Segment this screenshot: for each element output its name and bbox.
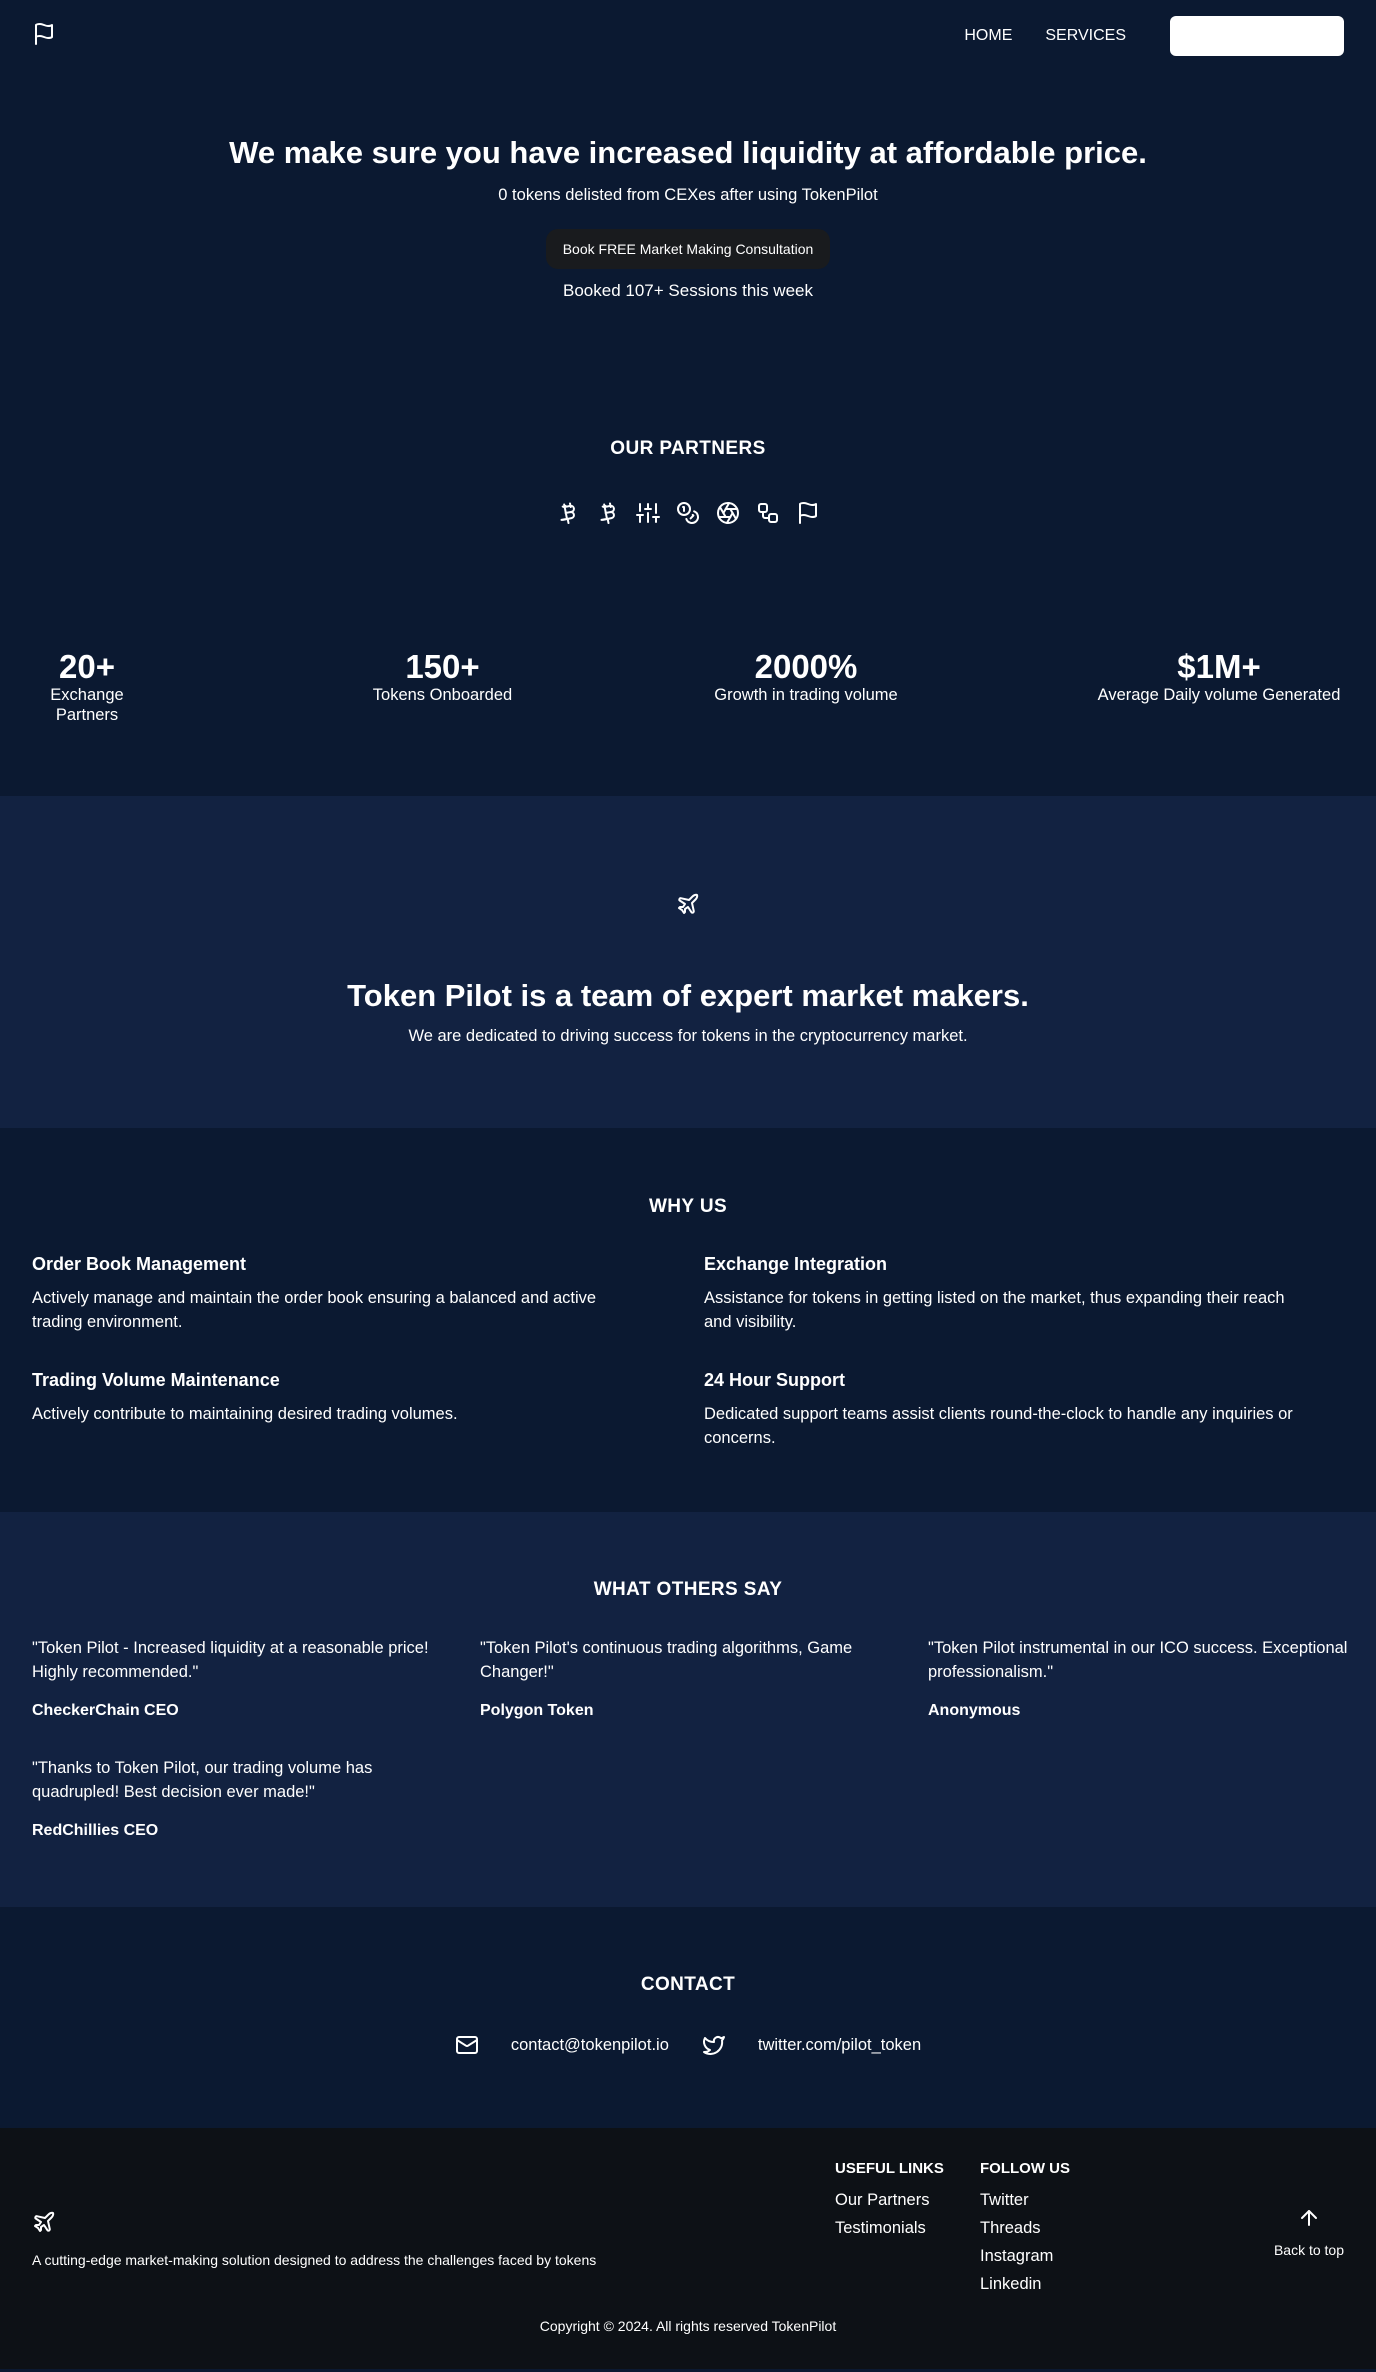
flag-icon[interactable] [32, 22, 56, 46]
booked-sessions-text: Booked 107+ Sessions this week [563, 281, 813, 300]
testimonial-card: "Token Pilot's continuous trading algori… [480, 1636, 905, 1722]
features-grid: Order Book Management Actively manage an… [0, 1252, 1376, 1472]
aperture-icon [717, 502, 739, 524]
footer-link-instagram[interactable]: Instagram [980, 2244, 1070, 2268]
footer-description: A cutting-edge market-making solution de… [32, 2252, 597, 2268]
stat-value: 150+ [405, 648, 480, 685]
feature-trading-volume: Trading Volume Maintenance Actively cont… [32, 1368, 642, 1426]
feature-text: Actively manage and maintain the order b… [32, 1289, 597, 1331]
footer-link-twitter[interactable]: Twitter [980, 2188, 1070, 2212]
hero-subtitle: 0 tokens delisted from CEXes after using… [498, 186, 878, 204]
footer-link-testimonials[interactable]: Testimonials [835, 2216, 944, 2240]
testimonial-card: "Token Pilot instrumental in our ICO suc… [928, 1636, 1353, 1722]
feature-text: Dedicated support teams assist clients r… [704, 1405, 1293, 1447]
contact-section: CONTACT contact@tokenpilot.io twitter.co… [0, 1907, 1376, 2128]
testimonials-grid: "Token Pilot - Increased liquidity at a … [0, 1636, 1376, 1866]
coins-icon [677, 502, 699, 524]
mail-icon [455, 2036, 478, 2054]
partners-title: OUR PARTNERS [610, 438, 766, 459]
testimonial-author: RedChillies CEO [32, 1822, 159, 1839]
nav-services-link[interactable]: SERVICES [1045, 24, 1126, 48]
testimonial-quote: "Thanks to Token Pilot, our trading volu… [32, 1759, 373, 1801]
flag-icon [799, 502, 817, 524]
stat-label: Tokens Onboarded [372, 686, 513, 704]
partners-section: OUR PARTNERS [0, 393, 1376, 639]
why-us-section: WHY US Order Book Management Actively ma… [0, 1128, 1376, 1512]
testimonials-section: WHAT OTHERS SAY "Token Pilot - Increased… [0, 1512, 1376, 1907]
rocket-icon [34, 2211, 55, 2232]
hero-title: We make sure you have increased liquidit… [229, 135, 1147, 170]
testimonial-quote: "Token Pilot - Increased liquidity at a … [32, 1639, 429, 1681]
sliders-icon [636, 503, 660, 523]
about-text: We are dedicated to driving success for … [408, 1027, 968, 1045]
back-to-top-label: Back to top [1273, 2242, 1344, 2258]
feature-title: Exchange Integration [704, 1254, 888, 1274]
twitter-icon [702, 2036, 725, 2055]
site-header: HOME SERVICES [0, 0, 1376, 70]
contact-email-link[interactable]: contact@tokenpilot.io [511, 2033, 669, 2057]
testimonial-author: Polygon Token [480, 1702, 594, 1719]
feature-order-book: Order Book Management Actively manage an… [32, 1252, 642, 1334]
stat-value: $1M+ [1177, 648, 1261, 685]
useful-links-column: USEFUL LINKS Our Partners Testimonials [835, 2158, 944, 2240]
header-cta-button[interactable] [1170, 16, 1344, 56]
stat-exchange-partners: 20+ Exchange Partners [32, 649, 142, 725]
contact-twitter-link[interactable]: twitter.com/pilot_token [758, 2033, 921, 2057]
stat-value: 2000% [754, 648, 858, 685]
why-us-title: WHY US [648, 1196, 728, 1217]
stat-growth-volume: 2000% Growth in trading volume [706, 649, 906, 705]
testimonial-quote: "Token Pilot's continuous trading algori… [480, 1639, 853, 1681]
contact-title: CONTACT [640, 1974, 736, 1995]
footer-link-our-partners[interactable]: Our Partners [835, 2188, 944, 2212]
testimonials-title: WHAT OTHERS SAY [593, 1579, 783, 1600]
bitcoin-icon [600, 502, 615, 524]
book-consultation-button[interactable]: Book FREE Market Making Consultation [545, 229, 831, 269]
footer-link-threads[interactable]: Threads [980, 2216, 1070, 2240]
stats-section: 20+ Exchange Partners 150+ Tokens Onboar… [0, 639, 1376, 796]
nav-home-link[interactable]: HOME [964, 24, 1012, 48]
workflow-icon [758, 503, 778, 523]
contact-links: contact@tokenpilot.io twitter.com/pilot_… [0, 2033, 1376, 2057]
feature-title: 24 Hour Support [704, 1370, 846, 1390]
stat-tokens-onboarded: 150+ Tokens Onboarded [365, 649, 520, 705]
arrow-up-icon [1300, 2210, 1317, 2226]
about-section: Token Pilot is a team of expert market m… [0, 796, 1376, 1128]
useful-links-title: USEFUL LINKS [835, 2160, 944, 2177]
stat-label: Growth in trading volume [714, 686, 898, 704]
feature-text: Actively contribute to maintaining desir… [32, 1405, 458, 1423]
footer-link-linkedin[interactable]: Linkedin [980, 2272, 1070, 2296]
feature-title: Order Book Management [32, 1254, 247, 1274]
testimonial-quote: "Token Pilot instrumental in our ICO suc… [928, 1639, 1348, 1681]
follow-us-title: FOLLOW US [980, 2160, 1070, 2177]
stat-label: Exchange Partners [50, 686, 124, 724]
back-to-top-button[interactable]: Back to top [1274, 2206, 1344, 2260]
feature-title: Trading Volume Maintenance [32, 1370, 280, 1390]
testimonial-author: CheckerChain CEO [32, 1702, 179, 1719]
site-footer: A cutting-edge market-making solution de… [0, 2128, 1376, 2369]
main-nav: HOME SERVICES [964, 16, 1344, 56]
testimonial-card: "Thanks to Token Pilot, our trading volu… [32, 1756, 457, 1842]
testimonial-card: "Token Pilot - Increased liquidity at a … [32, 1636, 457, 1722]
partner-logos [0, 501, 1376, 525]
hero-section: We make sure you have increased liquidit… [0, 70, 1376, 393]
stat-daily-volume: $1M+ Average Daily volume Generated [1094, 649, 1344, 705]
stat-value: 20+ [59, 648, 115, 685]
bitcoin-icon [560, 502, 575, 524]
stat-label: Average Daily volume Generated [1097, 686, 1341, 704]
feature-text: Assistance for tokens in getting listed … [704, 1289, 1285, 1331]
testimonial-author: Anonymous [928, 1702, 1021, 1719]
rocket-icon [678, 893, 699, 914]
copyright-text: Copyright © 2024. All rights reserved To… [539, 2318, 837, 2334]
feature-support: 24 Hour Support Dedicated support teams … [704, 1368, 1314, 1450]
about-title: Token Pilot is a team of expert market m… [347, 978, 1029, 1013]
feature-exchange-integration: Exchange Integration Assistance for toke… [704, 1252, 1314, 1334]
follow-us-column: FOLLOW US Twitter Threads Instagram Link… [980, 2158, 1070, 2296]
